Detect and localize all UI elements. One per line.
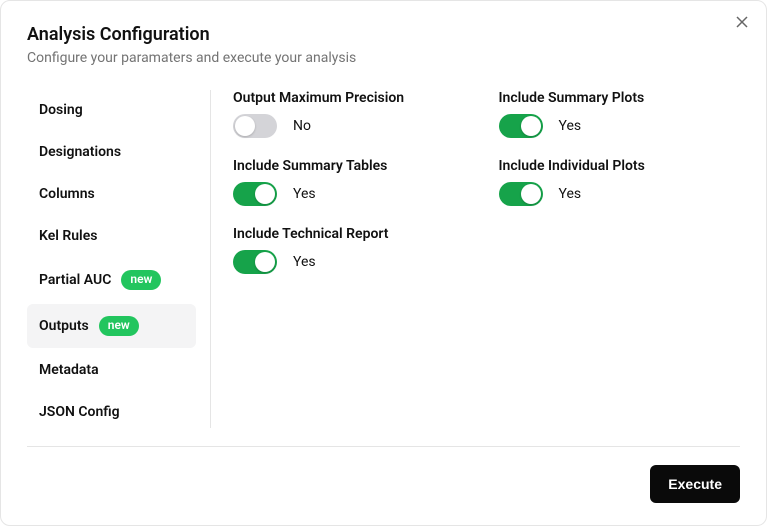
setting-include-individual-plots: Include Individual Plots Yes bbox=[499, 158, 741, 206]
execute-button[interactable]: Execute bbox=[650, 465, 740, 503]
sidebar-item-label: Kel Rules bbox=[39, 228, 97, 244]
toggle-output-maximum-precision[interactable] bbox=[233, 114, 277, 138]
close-icon bbox=[735, 14, 749, 33]
sidebar-item-designations[interactable]: Designations bbox=[27, 132, 196, 172]
toggle-include-summary-plots[interactable] bbox=[499, 114, 543, 138]
toggle-value: Yes bbox=[293, 186, 316, 202]
setting-include-technical-report: Include Technical Report Yes bbox=[233, 226, 475, 274]
sidebar-item-label: Partial AUC bbox=[39, 272, 111, 288]
setting-include-summary-plots: Include Summary Plots Yes bbox=[499, 90, 741, 138]
sidebar-item-label: JSON Config bbox=[39, 404, 120, 420]
sidebar-item-columns[interactable]: Columns bbox=[27, 174, 196, 214]
settings-panel: Output Maximum Precision No Include Summar… bbox=[211, 90, 740, 428]
toggle-value: Yes bbox=[559, 118, 582, 134]
toggle-thumb bbox=[255, 184, 275, 204]
toggle-thumb bbox=[235, 116, 255, 136]
dialog-header: Analysis Configuration Configure your pa… bbox=[1, 1, 766, 76]
toggle-include-summary-tables[interactable] bbox=[233, 182, 277, 206]
close-button[interactable] bbox=[734, 15, 750, 31]
dialog-subtitle: Configure your paramaters and execute yo… bbox=[27, 50, 740, 66]
toggle-row: Yes bbox=[499, 182, 741, 206]
toggle-value: No bbox=[293, 118, 311, 134]
sidebar-item-label: Designations bbox=[39, 144, 121, 160]
sidebar-item-kel-rules[interactable]: Kel Rules bbox=[27, 216, 196, 256]
setting-label: Output Maximum Precision bbox=[233, 90, 475, 106]
analysis-config-dialog: Analysis Configuration Configure your pa… bbox=[0, 0, 767, 526]
sidebar-item-label: Columns bbox=[39, 186, 95, 202]
toggle-row: Yes bbox=[233, 182, 475, 206]
sidebar: Dosing Designations Columns Kel Rules Partia… bbox=[27, 90, 211, 428]
sidebar-item-label: Metadata bbox=[39, 362, 99, 378]
setting-label: Include Individual Plots bbox=[499, 158, 741, 174]
toggle-thumb bbox=[521, 184, 541, 204]
toggle-thumb bbox=[521, 116, 541, 136]
dialog-title: Analysis Configuration bbox=[27, 23, 740, 46]
toggle-include-individual-plots[interactable] bbox=[499, 182, 543, 206]
toggle-include-technical-report[interactable] bbox=[233, 250, 277, 274]
setting-label: Include Summary Tables bbox=[233, 158, 475, 174]
setting-label: Include Technical Report bbox=[233, 226, 475, 242]
toggle-row: Yes bbox=[233, 250, 475, 274]
new-badge: new bbox=[99, 316, 139, 336]
sidebar-item-label: Dosing bbox=[39, 102, 83, 118]
toggle-value: Yes bbox=[559, 186, 582, 202]
sidebar-item-metadata[interactable]: Metadata bbox=[27, 350, 196, 390]
toggle-value: Yes bbox=[293, 254, 316, 270]
sidebar-item-outputs[interactable]: Outputs new bbox=[27, 304, 196, 348]
dialog-footer: Execute bbox=[27, 446, 740, 525]
sidebar-item-partial-auc[interactable]: Partial AUC new bbox=[27, 258, 196, 302]
setting-include-summary-tables: Include Summary Tables Yes bbox=[233, 158, 475, 206]
toggle-row: Yes bbox=[499, 114, 741, 138]
sidebar-item-json-config[interactable]: JSON Config bbox=[27, 392, 196, 432]
setting-output-maximum-precision: Output Maximum Precision No bbox=[233, 90, 475, 138]
new-badge: new bbox=[121, 270, 161, 290]
setting-label: Include Summary Plots bbox=[499, 90, 741, 106]
toggle-thumb bbox=[255, 252, 275, 272]
dialog-content: Dosing Designations Columns Kel Rules Partia… bbox=[1, 76, 766, 428]
sidebar-item-dosing[interactable]: Dosing bbox=[27, 90, 196, 130]
toggle-row: No bbox=[233, 114, 475, 138]
sidebar-item-label: Outputs bbox=[39, 318, 89, 334]
